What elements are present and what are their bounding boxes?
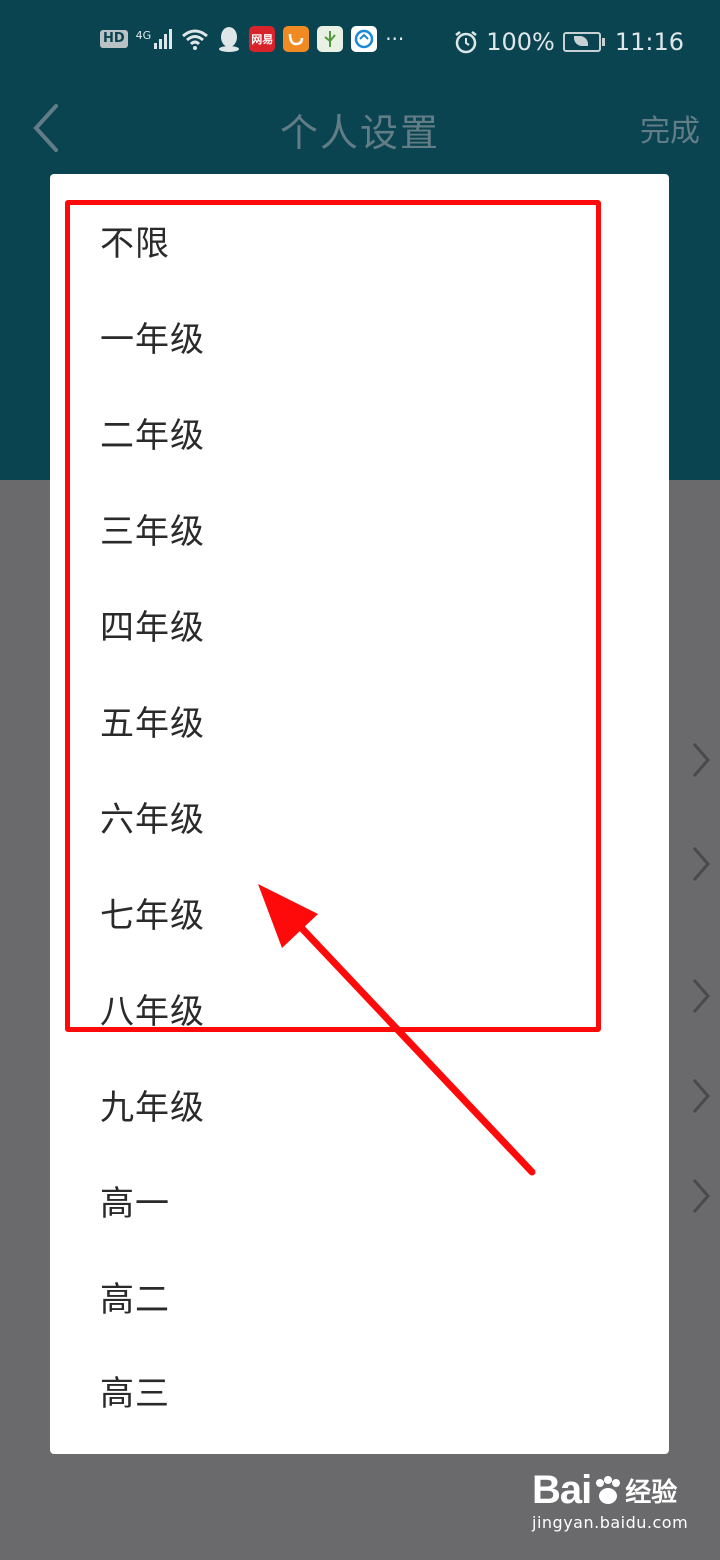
status-bar-left: HD 4G 网易 ··· <box>100 26 404 52</box>
battery-saver-leaf-icon <box>573 36 588 46</box>
uc-browser-icon <box>283 26 310 52</box>
baidu-jingyan-watermark: Bai 经验 jingyan.baidu.com <box>532 1468 689 1548</box>
watermark-logo-text: Bai <box>532 1468 592 1512</box>
chevron-right-icon <box>692 847 710 881</box>
grade-option-label: 九年级 <box>100 1087 205 1128</box>
title-bar: 个人设置 完成 <box>0 84 720 170</box>
grade-option[interactable]: 高三 <box>50 1342 669 1438</box>
hd-badge: HD <box>100 30 128 48</box>
signal-4g-icon: 4G <box>136 29 174 49</box>
grade-option[interactable]: 六年级 <box>50 768 669 864</box>
chevron-right-icon <box>692 1079 710 1113</box>
browser-app-icon <box>351 26 378 52</box>
more-notifications-icon: ··· <box>385 27 405 51</box>
grade-option-label: 高一 <box>100 1183 170 1224</box>
battery-percent: 100% <box>486 28 555 56</box>
grade-option-label: 不限 <box>100 223 170 264</box>
chevron-right-icon <box>692 979 710 1013</box>
watermark-logo: Bai 经验 <box>532 1468 682 1513</box>
grade-option-label: 二年级 <box>100 415 205 456</box>
grade-option[interactable]: 四年级 <box>50 576 669 672</box>
grade-option[interactable]: 不限 <box>50 192 669 288</box>
battery-icon <box>562 32 605 52</box>
grade-option[interactable]: 七年级 <box>50 864 669 960</box>
watermark-url: jingyan.baidu.com <box>532 1513 689 1532</box>
wifi-icon <box>182 29 209 50</box>
baidu-paw-icon <box>596 1475 621 1504</box>
grade-option[interactable]: 五年级 <box>50 672 669 768</box>
grade-option[interactable]: 三年级 <box>50 480 669 576</box>
status-bar-right: 100% 11:16 <box>454 28 684 56</box>
netease-app-icon: 网易 <box>249 26 276 52</box>
grade-option[interactable]: 高二 <box>50 1248 669 1344</box>
page-title: 个人设置 <box>279 111 440 155</box>
grade-option-label: 一年级 <box>100 319 205 360</box>
grade-option-label: 高二 <box>100 1279 170 1320</box>
network-label: 4G <box>135 29 152 42</box>
grade-option[interactable]: 二年级 <box>50 384 669 480</box>
grade-option[interactable]: 八年级 <box>50 960 669 1056</box>
watermark-logo-suffix: 经验 <box>625 1478 678 1508</box>
grade-option-label: 高三 <box>100 1373 170 1414</box>
grade-option-label: 七年级 <box>100 895 205 936</box>
alarm-icon <box>455 31 477 54</box>
grade-option-label: 三年级 <box>100 511 205 552</box>
grade-option-label: 五年级 <box>100 703 205 744</box>
grade-option[interactable]: 九年级 <box>50 1056 669 1152</box>
done-button[interactable]: 完成 <box>640 106 700 150</box>
grade-option-label: 六年级 <box>100 799 205 840</box>
map-app-icon <box>317 26 344 52</box>
grade-option[interactable]: 一年级 <box>50 288 669 384</box>
grade-option-label: 四年级 <box>100 607 205 648</box>
status-bar: HD 4G 网易 ··· 100% 11:16 <box>0 0 720 84</box>
chevron-right-icon <box>692 743 710 777</box>
grade-option[interactable]: 高一 <box>50 1152 669 1248</box>
grade-option-label: 八年级 <box>100 991 205 1032</box>
grade-picker-dialog: 不限 一年级 二年级 三年级 四年级 五年级 六年级 七年级 八年级 九年级 高… <box>50 174 669 1454</box>
chevron-right-icon <box>692 1179 710 1213</box>
qq-icon <box>219 27 240 52</box>
clock-time: 11:16 <box>614 28 684 56</box>
